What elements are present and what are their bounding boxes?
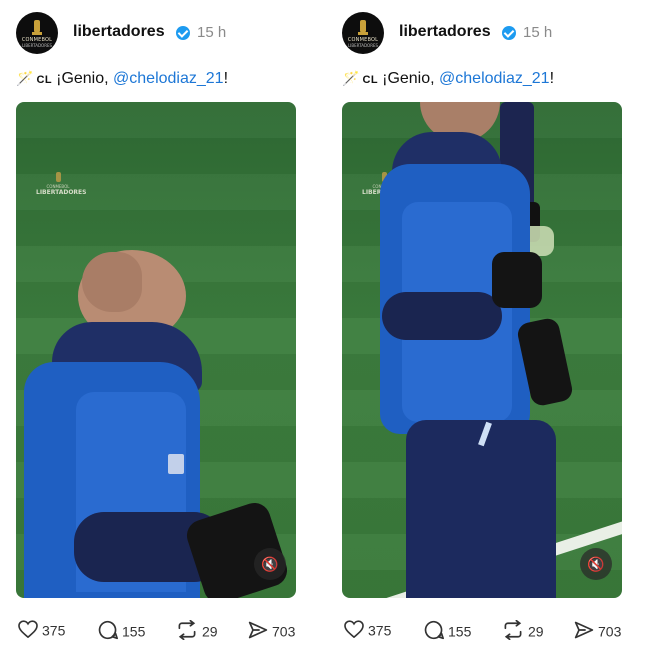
like-button[interactable]: 375: [18, 620, 65, 640]
video-subject: [342, 102, 622, 598]
caption-suffix: !: [223, 70, 229, 87]
view-count: 703: [272, 623, 296, 640]
reply-count: 155: [122, 623, 146, 640]
video-player[interactable]: CONMEBOL LIBERTADORES 🔇: [16, 102, 296, 598]
flag-label: CL: [36, 74, 53, 86]
avatar-text: LIBERTADORES: [347, 43, 379, 48]
share-button[interactable]: 703: [574, 620, 621, 640]
mention-link[interactable]: @chelodiaz_21: [113, 70, 224, 87]
account-name[interactable]: libertadores: [73, 23, 165, 41]
heart-icon: [344, 620, 364, 641]
repost-button[interactable]: 29: [176, 619, 218, 643]
avatar-text: LIBERTADORES: [21, 43, 53, 48]
post-time[interactable]: 15 h: [523, 24, 552, 41]
post-caption: 🪄 CL ¡Genio, @chelodiaz_21!: [342, 70, 554, 88]
magic-wand-icon: 🪄: [342, 70, 360, 86]
reply-button[interactable]: 155: [424, 620, 471, 640]
flag-label: CL: [362, 74, 379, 86]
send-icon: [248, 620, 268, 643]
post-header: CONMEBOL LIBERTADORES libertadores 15 h: [16, 12, 316, 54]
repost-icon: [176, 619, 198, 643]
like-count: 375: [42, 622, 66, 639]
repost-count: 29: [202, 623, 218, 640]
speaker-muted-icon[interactable]: 🔇: [254, 548, 286, 580]
video-player[interactable]: CONMEBOL LIBERTADORES 🔇: [342, 102, 622, 598]
heart-icon: [18, 620, 38, 641]
caption-text: ¡Genio,: [382, 70, 440, 87]
engagement-bar: 375 155 29 703: [344, 619, 644, 643]
like-button[interactable]: 375: [344, 620, 391, 640]
reply-count: 155: [448, 623, 472, 640]
mention-link[interactable]: @chelodiaz_21: [439, 70, 550, 87]
share-button[interactable]: 703: [248, 620, 295, 640]
avatar[interactable]: CONMEBOL LIBERTADORES: [342, 12, 384, 54]
speaker-muted-icon[interactable]: 🔇: [580, 548, 612, 580]
post-caption: 🪄 CL ¡Genio, @chelodiaz_21!: [16, 70, 228, 88]
like-count: 375: [368, 622, 392, 639]
post-time[interactable]: 15 h: [197, 24, 226, 41]
avatar[interactable]: CONMEBOL LIBERTADORES: [16, 12, 58, 54]
reply-button[interactable]: 155: [98, 620, 145, 640]
repost-button[interactable]: 29: [502, 619, 544, 643]
verified-badge-icon: [502, 26, 516, 40]
post-header: CONMEBOL LIBERTADORES libertadores 15 h: [342, 12, 642, 54]
account-name[interactable]: libertadores: [399, 23, 491, 41]
engagement-bar: 375 155 29 703: [18, 619, 318, 643]
comment-icon: [424, 620, 444, 643]
magic-wand-icon: 🪄: [16, 70, 34, 86]
caption-suffix: !: [549, 70, 555, 87]
comment-icon: [98, 620, 118, 643]
verified-badge-icon: [176, 26, 190, 40]
post-card: CONMEBOL LIBERTADORES libertadores 15 h …: [340, 0, 650, 650]
view-count: 703: [598, 623, 622, 640]
post-card: CONMEBOL LIBERTADORES libertadores 15 h …: [14, 0, 324, 650]
caption-text: ¡Genio,: [56, 70, 114, 87]
repost-count: 29: [528, 623, 544, 640]
send-icon: [574, 620, 594, 643]
repost-icon: [502, 619, 524, 643]
video-subject: [16, 102, 296, 598]
